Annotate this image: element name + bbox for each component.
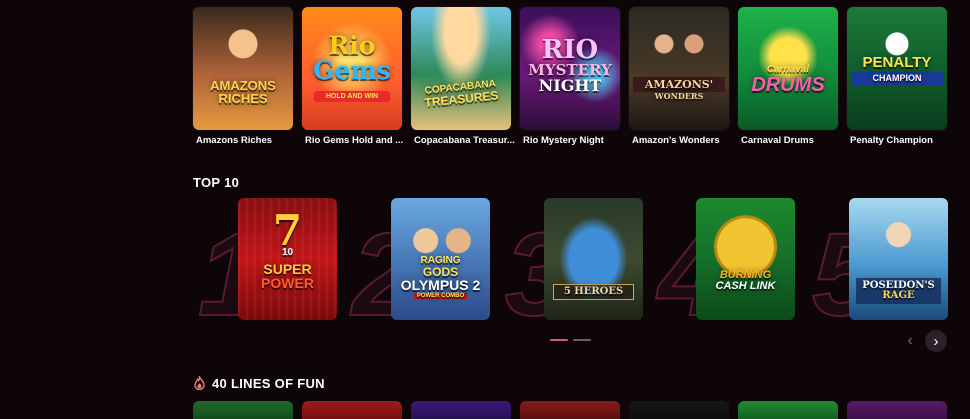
game-title[interactable]: Rio Mystery Night [523, 135, 604, 146]
game-title[interactable]: Rio Gems Hold and ... [305, 135, 403, 146]
top10-tile-raging-gods[interactable]: RAGING GODS OLYMPUS 2 POWER COMBO [391, 198, 490, 320]
game-tile[interactable] [411, 401, 511, 419]
game-tile[interactable] [738, 401, 838, 419]
game-title[interactable]: Carnaval Drums [741, 135, 814, 146]
game-tile[interactable] [193, 401, 293, 419]
game-logo: Rio Gems [313, 31, 391, 85]
game-logo-number: 10 [281, 247, 294, 258]
game-logo: AMAZONS' WONDERS [633, 77, 725, 100]
top10-tile-poseidons-rage[interactable]: POSEIDON'S RAGE [849, 198, 948, 320]
game-logo-title: SUPER POWER [261, 261, 314, 291]
game-logo: RAGING GODS OLYMPUS 2 POWER COMBO [400, 255, 481, 299]
game-tile-rio-gems[interactable]: Rio Gems HOLD AND WIN [302, 7, 402, 130]
game-logo: 7 [272, 206, 303, 255]
game-title[interactable]: Copacabana Treasur... [414, 135, 515, 146]
game-logo: RIO MYSTERY NIGHT [528, 35, 612, 95]
section-title-top10: TOP 10 [193, 175, 240, 190]
game-logo: PENALTY CHAMPION [851, 55, 943, 85]
game-tile-copacabana[interactable]: COPACABANA TREASURES [411, 7, 511, 130]
fire-icon [194, 376, 205, 390]
top10-tile-burning-cash-link[interactable]: BURNING CASH LINK [696, 198, 795, 320]
game-artwork [193, 7, 293, 130]
game-logo: POSEIDON'S RAGE [856, 278, 941, 304]
game-tile[interactable] [847, 401, 947, 419]
game-tile-amazons-wonders[interactable]: AMAZONS' WONDERS [629, 7, 729, 130]
game-tile[interactable] [629, 401, 729, 419]
pagination-dot[interactable] [573, 339, 591, 341]
section-title-40-lines: 40 LINES OF FUN [212, 376, 325, 391]
chevron-left-icon[interactable]: ‹ [900, 331, 920, 351]
casino-lobby: AMAZONS RICHES Amazons Riches Rio Gems H… [0, 0, 970, 419]
game-tile-amazons-riches[interactable]: AMAZONS RICHES [193, 7, 293, 130]
top10-tile-super-power[interactable]: 7 10 SUPER POWER [238, 198, 337, 320]
game-title[interactable]: Amazon's Wonders [632, 135, 720, 146]
game-title[interactable]: Amazons Riches [196, 135, 272, 146]
game-logo: BURNING CASH LINK [715, 269, 776, 292]
game-logo: Carnaval DRUMS [751, 64, 825, 96]
top10-tile-5-heroes[interactable]: 5 HEROES [544, 198, 643, 320]
game-badge: HOLD AND WIN [314, 91, 390, 102]
game-tile-carnaval-drums[interactable]: Carnaval DRUMS [738, 7, 838, 130]
game-artwork [629, 7, 729, 130]
chevron-right-icon[interactable]: › [925, 330, 947, 352]
game-tile-rio-mystery-night[interactable]: RIO MYSTERY NIGHT [520, 7, 620, 130]
game-tile[interactable] [520, 401, 620, 419]
game-logo: AMAZONS RICHES [210, 78, 276, 106]
game-artwork [411, 7, 511, 130]
game-title[interactable]: Penalty Champion [850, 135, 933, 146]
pagination-dot-active[interactable] [550, 339, 568, 341]
game-logo: 5 HEROES [553, 284, 634, 300]
game-tile-penalty-champion[interactable]: PENALTY CHAMPION [847, 7, 947, 130]
game-tile[interactable] [302, 401, 402, 419]
